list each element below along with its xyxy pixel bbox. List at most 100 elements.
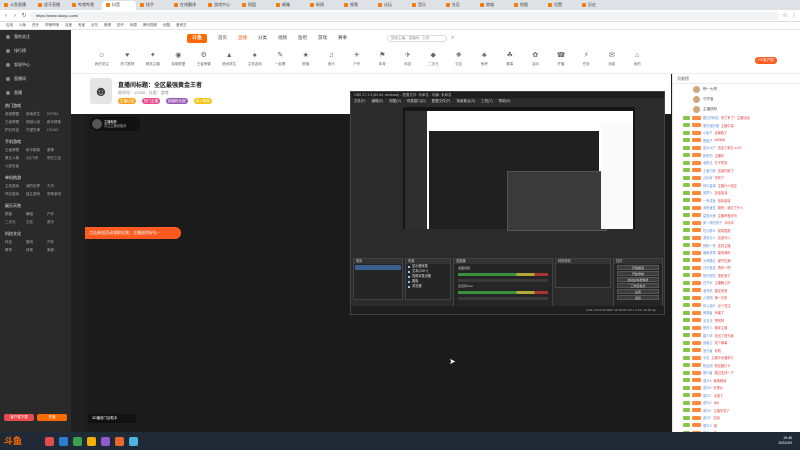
bookmark-item[interactable]: 京东 xyxy=(91,23,98,28)
obs-menu-item[interactable]: 视图(V) xyxy=(389,98,401,104)
chat-username[interactable]: 追梦人 xyxy=(703,190,713,195)
sidebar-item[interactable]: 我的关注 xyxy=(0,30,71,44)
sidebar-category-link[interactable]: 体育 xyxy=(26,248,45,253)
rank-row[interactable]: 守护者 xyxy=(673,94,800,104)
chat-username[interactable]: 追光者 xyxy=(703,348,713,353)
chat-username[interactable]: 水友 xyxy=(703,355,709,360)
chat-username[interactable]: 月光宝盒 xyxy=(703,265,716,270)
sidebar-category-link[interactable]: 守望先锋 xyxy=(26,128,45,133)
chat-username[interactable]: 老司机 xyxy=(703,288,713,293)
chat-username[interactable]: 鱼丸大户 xyxy=(703,145,716,150)
chat-username[interactable]: 鱼塘主 xyxy=(703,340,713,345)
sidebar-category-link[interactable]: 数码 xyxy=(26,240,45,245)
chat-username[interactable]: 爱吃鱼的猫 xyxy=(703,123,719,128)
category-item[interactable]: ♫ 音乐 xyxy=(319,46,345,67)
obs-menu-item[interactable]: 场景集合(S) xyxy=(456,98,475,104)
obs-control-button[interactable]: 开始推流 xyxy=(617,265,659,270)
sidebar-category-link[interactable]: 怀旧游戏 xyxy=(5,192,24,197)
bookmark-item[interactable]: 斗鱼 xyxy=(19,23,26,28)
browser-tab[interactable]: 设置 xyxy=(544,1,578,10)
nav-item[interactable]: 直播 xyxy=(238,35,247,41)
browser-tab[interactable]: 虎牙直播 xyxy=(34,1,68,10)
obs-menu-item[interactable]: 停靠窗口(D) xyxy=(407,98,426,104)
taskbar-app-icon[interactable] xyxy=(115,436,124,446)
obs-audio-mixer[interactable]: 混音器 桌面音频 麦克风/Aux xyxy=(453,258,553,308)
douyu-logo[interactable]: 斗鱼 xyxy=(187,33,207,43)
search-input[interactable]: 搜索主播、直播间、分类 xyxy=(387,34,447,42)
nav-item[interactable]: 分类 xyxy=(258,35,267,41)
chat-username[interactable]: 新来的 xyxy=(703,153,713,158)
browser-tab[interactable]: 音乐 xyxy=(408,1,442,10)
category-item[interactable]: ⚑ 体育 xyxy=(370,46,396,67)
browser-tab[interactable]: 哔哩哔哩 xyxy=(68,1,102,10)
sidebar-item[interactable]: 直播间 xyxy=(0,72,71,86)
chat-username[interactable]: 快乐肥宅 xyxy=(703,273,716,278)
obs-control-button[interactable]: 开始录制 xyxy=(617,271,659,276)
sidebar-category-link[interactable]: 王者荣耀 xyxy=(5,120,24,125)
bookmark-item[interactable]: 微博 xyxy=(104,23,111,28)
star-icon[interactable]: ☆ xyxy=(782,13,788,19)
chat-username[interactable]: 大神路过 xyxy=(703,258,716,263)
chat-username[interactable]: 云玩家 xyxy=(703,175,713,180)
sidebar-item[interactable]: 直播 xyxy=(0,86,71,100)
nav-item[interactable]: 游戏 xyxy=(318,35,327,41)
bookmark-item[interactable]: 淘宝 xyxy=(78,23,85,28)
audio-slider[interactable] xyxy=(458,279,548,282)
pc-client-button[interactable]: PC客户端 xyxy=(755,57,777,64)
obs-window[interactable]: OBS 27.1.3 (64 bit, windows) - 配置文件: 未命名… xyxy=(350,91,665,315)
sidebar-category-link[interactable]: 英雄联盟 xyxy=(5,112,24,117)
obs-menu-item[interactable]: 编辑(E) xyxy=(371,98,383,104)
sidebar-category-link[interactable]: 王者荣耀 xyxy=(5,148,24,153)
sidebar-category-link[interactable]: 和平精英 xyxy=(26,148,45,153)
obs-transitions-panel[interactable]: 转场特效 xyxy=(555,258,611,288)
chat-username[interactable]: 快乐星球 xyxy=(703,183,716,188)
bookmark-item[interactable]: 优酷 xyxy=(163,23,170,28)
sidebar-category-link[interactable]: QQ飞车 xyxy=(26,156,45,161)
obs-control-button[interactable]: 工作室模式 xyxy=(617,283,659,288)
chat-username[interactable]: 路人甲 xyxy=(703,333,713,338)
chat-username[interactable]: 铁粉一号 xyxy=(703,243,716,248)
chat-username[interactable]: 白开水 xyxy=(703,280,713,285)
obs-menu-item[interactable]: 文件(F) xyxy=(354,98,365,104)
chat-username[interactable]: 观众B xyxy=(703,385,712,390)
chat-header[interactable]: 贡献榜 xyxy=(673,74,800,84)
taskbar-app-icon[interactable] xyxy=(59,436,68,446)
category-item[interactable]: ❖ 交友 xyxy=(446,46,472,67)
obs-sources-panel[interactable]: 来源 显示器采集 文本(GDI+) 视频采集设备 图像 浏览器 xyxy=(405,258,451,300)
category-item[interactable]: ♣ 鱼吧 xyxy=(472,46,498,67)
category-item[interactable]: ✎ 一起看 xyxy=(268,46,294,67)
chat-username[interactable]: 小鱼干 xyxy=(703,130,713,135)
obs-menu-item[interactable]: 帮助(H) xyxy=(499,98,511,104)
streamer-follow-card[interactable]: 主播昵称 关注主播领福利 xyxy=(90,117,140,131)
rank-row[interactable]: 榜一大哥 xyxy=(673,84,800,94)
category-item[interactable]: ☘ 赛事 xyxy=(497,46,523,67)
bottom-toast[interactable]: 3D播放门店助手 xyxy=(88,414,136,423)
sidebar-category-link[interactable]: 明日之后 xyxy=(47,156,66,161)
back-icon[interactable]: ‹ xyxy=(3,13,9,19)
sidebar-category-link[interactable]: 汽车 xyxy=(47,240,66,245)
browser-tab[interactable]: 历史 xyxy=(578,1,612,10)
sidebar-category-link[interactable]: 恐怖游戏 xyxy=(47,192,66,197)
chat-username[interactable]: 旁观者 xyxy=(703,310,713,315)
bookmark-item[interactable]: 腾讯视频 xyxy=(143,23,157,28)
sidebar-category-link[interactable]: 颜值 xyxy=(5,212,24,217)
category-item[interactable]: ◉ 英雄联盟 xyxy=(166,46,192,67)
sidebar-category-link[interactable]: CS:GO xyxy=(47,128,66,133)
chat-username[interactable]: 无名氏 xyxy=(703,318,713,323)
browser-tab[interactable]: 在线翻译 xyxy=(170,1,204,10)
bookmark-item[interactable]: 知乎 xyxy=(117,23,124,28)
category-item[interactable]: ♠ 主机游戏 xyxy=(242,46,268,67)
client-download-button[interactable]: 客户端下载 xyxy=(4,414,34,421)
obs-control-button[interactable]: 退出 xyxy=(617,295,659,300)
sidebar-category-link[interactable]: 主机游戏 xyxy=(5,184,24,189)
chat-username[interactable]: 观众G xyxy=(703,423,712,428)
sidebar-category-link[interactable]: 第五人格 xyxy=(5,156,24,161)
chat-username[interactable]: 路过的网友 xyxy=(703,115,719,120)
browser-tab[interactable]: 论坛 xyxy=(374,1,408,10)
nav-item[interactable]: 赛事 xyxy=(338,35,347,41)
browser-tab[interactable]: 斗鱼直播 xyxy=(0,1,34,10)
sidebar-category-link[interactable]: 炉石传说 xyxy=(5,128,24,133)
category-item[interactable]: ▲ 绝地求生 xyxy=(217,46,243,67)
chat-username[interactable]: 一条咸鱼 xyxy=(703,198,716,203)
chat-username[interactable]: 观众D xyxy=(703,400,712,405)
